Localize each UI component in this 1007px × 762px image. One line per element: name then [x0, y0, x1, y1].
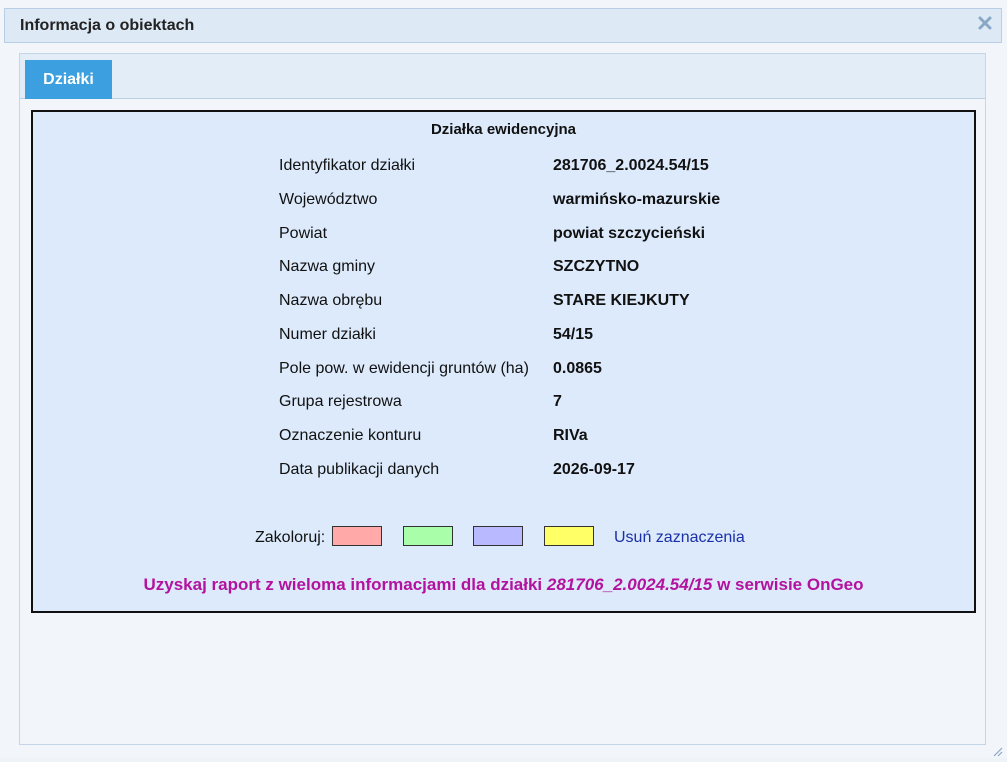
row-value: 2026-09-17: [553, 461, 635, 478]
row-value: SZCZYTNO: [553, 258, 640, 275]
close-icon[interactable]: [977, 15, 993, 31]
dialog-title: Informacja o obiektach: [20, 17, 195, 34]
row-label: Identyfikator działki: [279, 157, 416, 174]
dialog-content: Działki Działka ewidencyjna Identyfikato…: [19, 53, 986, 745]
object-info-dialog: Informacja o obiektach Działki Działka e…: [0, 0, 1007, 758]
row-value: 7: [553, 393, 562, 410]
row-label: Data publikacji danych: [279, 461, 440, 478]
dialog-titlebar[interactable]: Informacja o obiektach: [4, 8, 1002, 43]
row-value: 54/15: [553, 326, 594, 343]
row-label: Numer działki: [279, 326, 376, 343]
parcel-heading: Działka ewidencyjna: [430, 121, 577, 138]
row-label: Województwo: [279, 191, 378, 208]
ongeo-report-link[interactable]: Uzyskaj raport z wieloma informacjami dl…: [33, 575, 974, 595]
tab-dzialki[interactable]: Działki: [25, 60, 112, 99]
color-swatch-blue[interactable]: [473, 526, 523, 546]
row-value: powiat szczycieński: [553, 225, 706, 242]
row-label: Pole pow. w ewidencji gruntów (ha): [279, 360, 529, 377]
tab-bar: Działki: [20, 54, 985, 99]
resize-handle-icon[interactable]: [991, 744, 1003, 757]
row-value: 281706_2.0024.54/15: [553, 157, 709, 174]
row-value: RIVa: [553, 427, 588, 444]
color-swatch-yellow[interactable]: [544, 526, 594, 546]
row-label: Grupa rejestrowa: [279, 393, 402, 410]
report-suffix: w serwisie OnGeo: [712, 575, 864, 594]
row-value: 0.0865: [553, 360, 602, 377]
parcel-info-panel: Działka ewidencyjna Identyfikator działk…: [31, 110, 976, 613]
row-label: Nazwa gminy: [279, 258, 376, 275]
report-prefix: Uzyskaj raport z wieloma informacjami dl…: [143, 575, 547, 594]
colorize-label: Zakoloruj:: [255, 529, 326, 546]
color-swatch-green[interactable]: [403, 526, 453, 546]
report-parcel-id: 281706_2.0024.54/15: [546, 575, 713, 594]
row-label: Nazwa obrębu: [279, 292, 383, 309]
row-label: Oznaczenie konturu: [279, 427, 422, 444]
clear-selection-link[interactable]: Usuń zaznaczenia: [614, 529, 745, 547]
color-swatch-red[interactable]: [332, 526, 382, 546]
row-label: Powiat: [279, 225, 328, 242]
colorize-bar: Zakoloruj: Usuń zaznaczenia: [33, 526, 974, 550]
row-value: warmińsko-mazurskie: [553, 191, 721, 208]
row-value: STARE KIEJKUTY: [553, 292, 690, 309]
